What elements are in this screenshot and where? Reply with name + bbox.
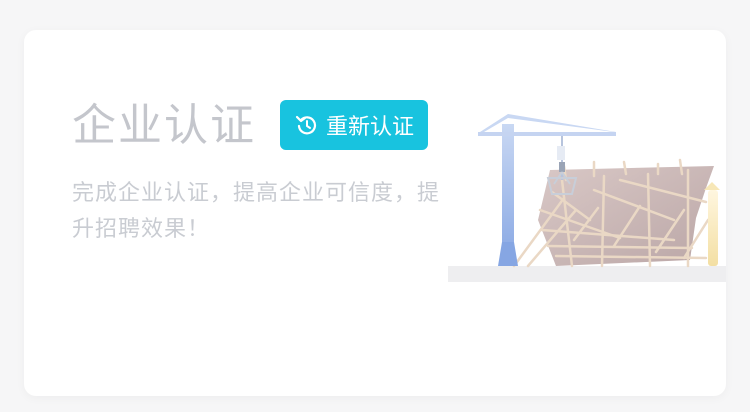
recertify-button[interactable]: 重新认证 <box>280 100 428 150</box>
enterprise-certification-card: 企业认证 重新认证 完成企业认证，提高企业可信度，提升招聘效果！ <box>24 30 726 396</box>
card-title: 企业认证 <box>72 100 256 151</box>
card-description: 完成企业认证，提高企业可信度，提升招聘效果！ <box>72 181 441 242</box>
construction-crane-illustration <box>444 70 726 290</box>
recertify-button-label: 重新认证 <box>325 115 414 140</box>
refresh-icon <box>294 112 320 138</box>
